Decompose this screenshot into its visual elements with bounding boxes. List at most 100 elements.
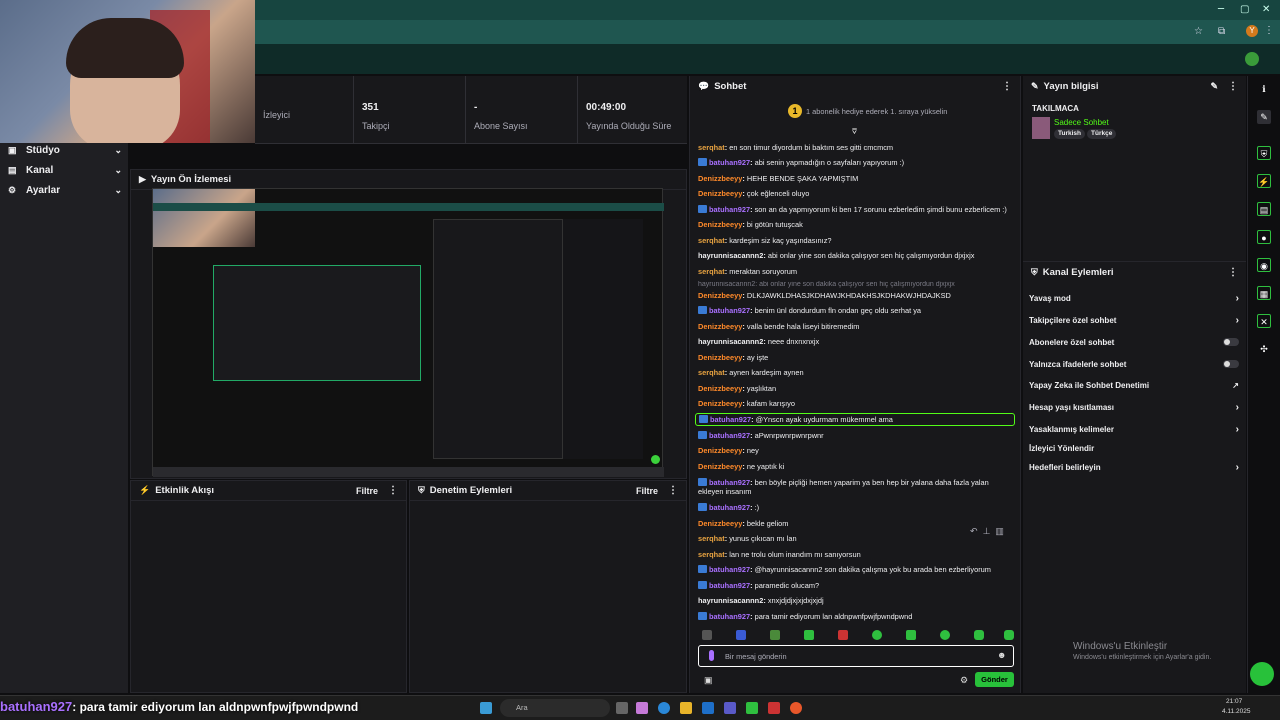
- chat-message[interactable]: hayrunnisacannn2: neee dnxnxnxjx: [698, 337, 1014, 346]
- lightning-icon[interactable]: ⚡: [1257, 174, 1271, 188]
- gift-banner[interactable]: 1 abonelik hediye ederek 1. sıraya yükse…: [806, 107, 947, 116]
- emote-icon[interactable]: [872, 630, 882, 640]
- chat-message[interactable]: batuhan927: benim ünl dondurdum fln onda…: [698, 306, 1014, 315]
- action-subscribers-only[interactable]: Abonelere özel sohbet: [1029, 335, 1239, 349]
- chat-username[interactable]: batuhan927: [709, 503, 750, 512]
- chat-username[interactable]: Denizzbeeyy: [698, 519, 742, 528]
- chat-username[interactable]: batuhan927: [709, 581, 750, 590]
- chat-message[interactable]: batuhan927: abi senin yapmadığın o sayfa…: [698, 158, 1014, 167]
- emote-icon[interactable]: [974, 630, 984, 640]
- action-set-goals[interactable]: Hedefleri belirleyin ›: [1029, 460, 1239, 474]
- emote-icon[interactable]: [702, 630, 712, 640]
- close-window-button[interactable]: ✕: [1262, 4, 1270, 15]
- layout-icon[interactable]: ▦: [1257, 286, 1271, 300]
- chat-message[interactable]: batuhan927: son an da yapmıyorum ki ben …: [698, 205, 1014, 214]
- emote-only-toggle[interactable]: [1223, 360, 1239, 368]
- emote-icon[interactable]: [1004, 630, 1014, 640]
- chat-message[interactable]: serqhat: yunus çıkıcan mı lan: [698, 534, 1014, 543]
- chat-username[interactable]: hayrunnisacannn2: [698, 251, 763, 260]
- action-redirect-viewers[interactable]: İzleyici Yönlendir: [1029, 441, 1239, 455]
- chat-username[interactable]: serqhat: [698, 368, 725, 377]
- pinned-toggle-icon[interactable]: ⩢: [852, 127, 857, 137]
- chat-message[interactable]: Denizzbeeyy: yaşlıktan: [698, 384, 1014, 393]
- emote-icon[interactable]: [906, 630, 916, 640]
- chat-message[interactable]: Denizzbeeyy: çok eğlenceli oluyo: [698, 189, 1014, 198]
- chat-username[interactable]: Denizzbeeyy: [698, 174, 742, 183]
- emoji-icon[interactable]: ☻: [997, 650, 1006, 660]
- document-icon[interactable]: ▤: [1257, 202, 1271, 216]
- app-icon[interactable]: [636, 702, 648, 714]
- chat-username[interactable]: serqhat: [698, 534, 725, 543]
- send-button[interactable]: Gönder: [975, 672, 1014, 687]
- chat-message[interactable]: Denizzbeeyy: ay işte: [698, 353, 1014, 362]
- stream-preview-video[interactable]: [152, 188, 664, 477]
- emote-icon[interactable]: [804, 630, 814, 640]
- action-followers-only[interactable]: Takipçilere özel sohbet ›: [1029, 313, 1239, 327]
- chat-message[interactable]: hayrunnisacannn2: xnxjdjdjxjxjdxjxjdj: [698, 596, 1014, 605]
- wrench-icon[interactable]: ✕: [1257, 314, 1271, 328]
- chat-username[interactable]: Denizzbeeyy: [698, 189, 742, 198]
- profile-avatar[interactable]: Y: [1246, 25, 1258, 37]
- category-link[interactable]: Sadece Sohbet: [1054, 118, 1109, 127]
- chat-message[interactable]: batuhan927: para tamir ediyorum lan aldn…: [698, 612, 1014, 621]
- chat-username[interactable]: serqhat: [698, 267, 725, 276]
- chat-message[interactable]: batuhan927: :): [698, 503, 1014, 512]
- edge-icon[interactable]: [658, 702, 670, 714]
- edit-icon[interactable]: ✎: [1257, 110, 1271, 124]
- more-options-icon[interactable]: ⋮: [1002, 81, 1012, 92]
- task-view-icon[interactable]: [616, 702, 628, 714]
- chat-username[interactable]: batuhan927: [709, 306, 750, 315]
- chat-username[interactable]: Denizzbeeyy: [698, 291, 742, 300]
- pin-icon[interactable]: ⊥: [983, 526, 991, 536]
- chat-message[interactable]: hayrunnisacannn2: abi onlar yine son dak…: [698, 251, 1014, 260]
- chrome-icon[interactable]: [790, 702, 802, 714]
- action-account-age[interactable]: Hesap yaşı kısıtlaması ›: [1029, 400, 1239, 414]
- chat-message[interactable]: Denizzbeeyy: HEHE BENDE ŞAKA YAPMIŞTIM: [698, 174, 1014, 183]
- activity-filter-button[interactable]: Filtre: [356, 486, 378, 496]
- chat-username[interactable]: batuhan927: [709, 612, 750, 621]
- bookmark-star-icon[interactable]: ☆: [1194, 26, 1203, 37]
- menu-dots-icon[interactable]: ⋮: [1264, 25, 1274, 36]
- windows-start-icon[interactable]: [480, 702, 492, 714]
- chat-username[interactable]: Denizzbeeyy: [698, 446, 742, 455]
- message-actions[interactable]: ↶ ⊥ ▥: [970, 526, 1004, 537]
- chat-username[interactable]: batuhan927: [709, 158, 750, 167]
- explorer-icon[interactable]: [680, 702, 692, 714]
- microphone-icon[interactable]: [709, 650, 714, 661]
- more-options-icon[interactable]: ⋮: [1228, 267, 1238, 278]
- chat-bubble-icon[interactable]: ●: [1257, 230, 1271, 244]
- points-icon[interactable]: ▣: [704, 675, 713, 686]
- chat-message[interactable]: Denizzbeeyy: ne yaptık ki: [698, 462, 1014, 471]
- chat-message[interactable]: Denizzbeeyy: kafam karışıyo: [698, 399, 1014, 408]
- more-options-icon[interactable]: ⋮: [1228, 81, 1238, 92]
- action-emote-only[interactable]: Yalnızca ifadelerle sohbet: [1029, 357, 1239, 371]
- chat-message[interactable]: batuhan927: @Ynscn ayak uydurmam mükemme…: [695, 413, 1015, 426]
- chat-username[interactable]: batuhan927: [709, 478, 750, 487]
- chat-message[interactable]: batuhan927: aPwnrpwnrpwnrpwnr: [698, 431, 1014, 440]
- puzzle-icon[interactable]: ✣: [1257, 342, 1271, 356]
- category-thumbnail[interactable]: [1032, 117, 1050, 139]
- chat-message[interactable]: Denizzbeeyy: DLKJAWKLDHASJKDHAWJKHDAKHSJ…: [698, 291, 1014, 300]
- chat-settings-icon[interactable]: ⚙: [960, 675, 968, 686]
- chat-message[interactable]: serqhat: kardeşim siz kaç yaşındasınız?: [698, 236, 1014, 245]
- chat-username[interactable]: hayrunnisacannn2: [698, 337, 763, 346]
- app-icon[interactable]: [768, 702, 780, 714]
- moderator-icon[interactable]: ⛨: [1257, 146, 1271, 160]
- edit-pencil-icon[interactable]: ✎: [1210, 81, 1218, 92]
- info-icon[interactable]: ℹ: [1257, 82, 1271, 96]
- user-avatar[interactable]: [1245, 52, 1259, 66]
- chat-username[interactable]: batuhan927: [710, 415, 751, 424]
- chat-username[interactable]: serqhat: [698, 236, 725, 245]
- more-options-icon[interactable]: ⋮: [388, 485, 398, 496]
- chat-username[interactable]: batuhan927: [709, 431, 750, 440]
- chat-username[interactable]: Denizzbeeyy: [698, 384, 742, 393]
- chat-message[interactable]: batuhan927: @hayrunnisacannn2 son dakika…: [698, 565, 1014, 574]
- chat-username[interactable]: Denizzbeeyy: [698, 399, 742, 408]
- app-icon[interactable]: [724, 702, 736, 714]
- chat-username[interactable]: Denizzbeeyy: [698, 322, 742, 331]
- chat-message[interactable]: batuhan927: paramedic olucam?: [698, 581, 1014, 590]
- chat-message[interactable]: serqhat: aynen kardeşim aynen: [698, 368, 1014, 377]
- moderation-filter-button[interactable]: Filtre: [636, 486, 658, 496]
- outlook-icon[interactable]: [702, 702, 714, 714]
- chat-message[interactable]: Denizzbeeyy: bekle geliom: [698, 519, 1014, 528]
